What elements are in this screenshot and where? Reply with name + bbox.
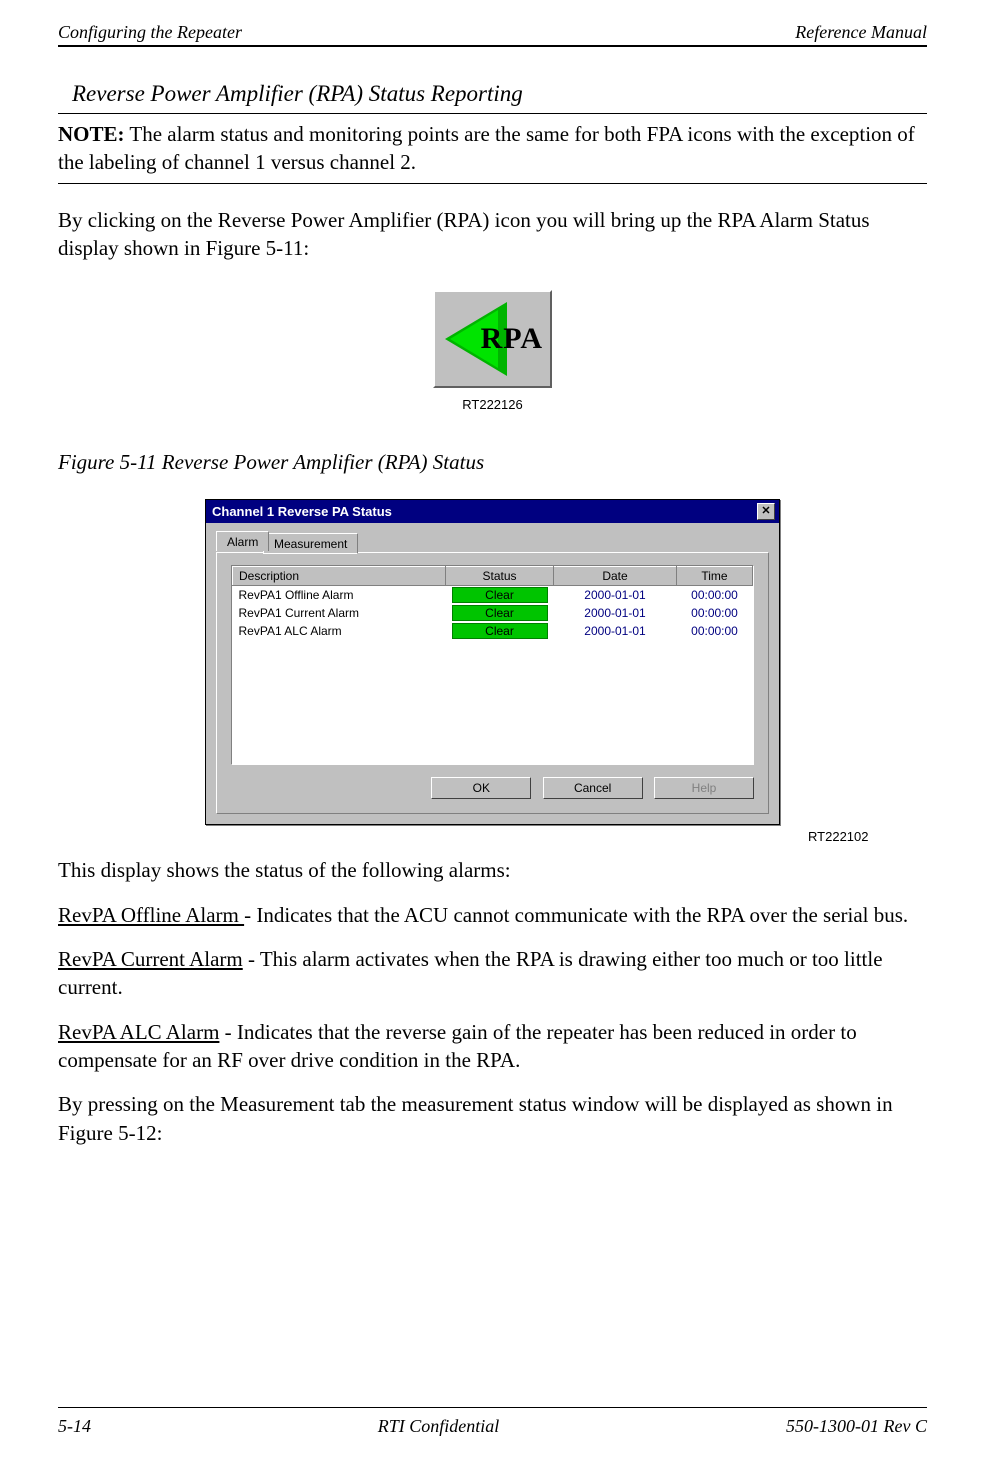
divider xyxy=(58,183,927,184)
footer-center: RTI Confidential xyxy=(378,1416,500,1437)
tab-alarm[interactable]: Alarm xyxy=(216,531,269,551)
table-header-row: Description Status Date Time xyxy=(233,567,753,586)
dialog-titlebar[interactable]: Channel 1 Reverse PA Status ✕ xyxy=(206,500,779,523)
cell-desc: RevPA1 Offline Alarm xyxy=(233,586,446,605)
status-badge: Clear xyxy=(452,587,548,603)
col-date[interactable]: Date xyxy=(554,567,677,586)
alarm-name: RevPA Current Alarm xyxy=(58,947,243,971)
alarm-definition-3: RevPA ALC Alarm - Indicates that the rev… xyxy=(58,1018,927,1075)
tab-measurement[interactable]: Measurement xyxy=(263,533,358,554)
alarm-name: RevPA Offline Alarm xyxy=(58,903,244,927)
cell-time: 00:00:00 xyxy=(677,622,753,640)
alarm-desc: - Indicates that the ACU cannot communic… xyxy=(244,903,908,927)
col-time[interactable]: Time xyxy=(677,567,753,586)
cell-status: Clear xyxy=(446,622,554,640)
tab-panel: Description Status Date Time RevPA1 Offl… xyxy=(216,552,769,814)
dialog-figure: Channel 1 Reverse PA Status ✕ Alarm Meas… xyxy=(58,499,927,825)
cancel-button[interactable]: Cancel xyxy=(543,777,643,799)
figure-caption: Figure 5-11 Reverse Power Amplifier (RPA… xyxy=(58,450,927,475)
alarm-table: Description Status Date Time RevPA1 Offl… xyxy=(232,566,753,640)
alarm-name: RevPA ALC Alarm xyxy=(58,1020,219,1044)
divider xyxy=(58,113,927,114)
footer-right: 550-1300-01 Rev C xyxy=(786,1416,927,1437)
section-title: Reverse Power Amplifier (RPA) Status Rep… xyxy=(72,81,927,107)
cell-date: 2000-01-01 xyxy=(554,604,677,622)
rpa-icon-caption: RT222126 xyxy=(58,397,927,412)
status-dialog: Channel 1 Reverse PA Status ✕ Alarm Meas… xyxy=(205,499,780,825)
status-badge: Clear xyxy=(452,605,548,621)
cell-time: 00:00:00 xyxy=(677,586,753,605)
note-text: The alarm status and monitoring points a… xyxy=(58,122,915,174)
post-paragraph-2: By pressing on the Measurement tab the m… xyxy=(58,1090,927,1147)
alarm-definition-2: RevPA Current Alarm - This alarm activat… xyxy=(58,945,927,1002)
dialog-button-row: OK Cancel Help xyxy=(231,777,754,799)
cell-date: 2000-01-01 xyxy=(554,622,677,640)
page-header: Configuring the Repeater Reference Manua… xyxy=(58,22,927,47)
rpa-icon[interactable]: RPA xyxy=(433,290,552,388)
tab-strip: Alarm Measurement xyxy=(216,531,769,553)
cell-status: Clear xyxy=(446,604,554,622)
dialog-title: Channel 1 Reverse PA Status xyxy=(212,504,392,519)
note-paragraph: NOTE: The alarm status and monitoring po… xyxy=(58,120,927,177)
rpa-icon-figure: RPA RT222126 xyxy=(58,290,927,412)
intro-paragraph: By clicking on the Reverse Power Amplifi… xyxy=(58,206,927,263)
footer-page: 5-14 xyxy=(58,1416,91,1437)
table-row[interactable]: RevPA1 ALC Alarm Clear 2000-01-01 00:00:… xyxy=(233,622,753,640)
rpa-icon-label: RPA xyxy=(481,322,543,356)
alarm-definition-1: RevPA Offline Alarm - Indicates that the… xyxy=(58,901,927,929)
col-description[interactable]: Description xyxy=(233,567,446,586)
post-paragraph-1: This display shows the status of the fol… xyxy=(58,856,927,884)
dialog-caption: RT222102 xyxy=(117,829,869,844)
table-row[interactable]: RevPA1 Current Alarm Clear 2000-01-01 00… xyxy=(233,604,753,622)
dialog-body: Alarm Measurement Description Status Dat… xyxy=(206,523,779,824)
status-badge: Clear xyxy=(452,623,548,639)
cell-time: 00:00:00 xyxy=(677,604,753,622)
cell-status: Clear xyxy=(446,586,554,605)
header-left: Configuring the Repeater xyxy=(58,22,242,43)
page-footer: 5-14 RTI Confidential 550-1300-01 Rev C xyxy=(58,1407,927,1437)
ok-button[interactable]: OK xyxy=(431,777,531,799)
note-label: NOTE: xyxy=(58,122,125,146)
cell-date: 2000-01-01 xyxy=(554,586,677,605)
help-button[interactable]: Help xyxy=(654,777,754,799)
header-right: Reference Manual xyxy=(795,22,927,43)
col-status[interactable]: Status xyxy=(446,567,554,586)
cell-desc: RevPA1 ALC Alarm xyxy=(233,622,446,640)
alarm-list[interactable]: Description Status Date Time RevPA1 Offl… xyxy=(231,565,754,765)
table-row[interactable]: RevPA1 Offline Alarm Clear 2000-01-01 00… xyxy=(233,586,753,605)
cell-desc: RevPA1 Current Alarm xyxy=(233,604,446,622)
close-icon[interactable]: ✕ xyxy=(757,503,775,520)
